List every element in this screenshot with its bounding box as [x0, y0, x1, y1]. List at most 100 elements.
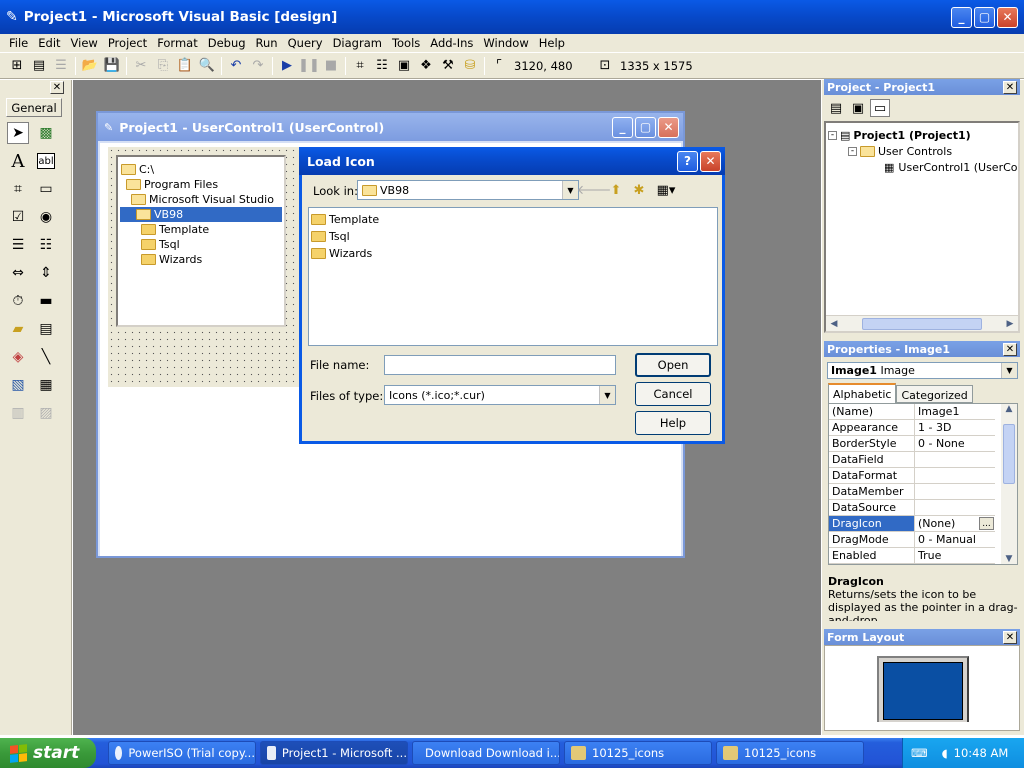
- taskbar-item[interactable]: PowerISO (Trial copy...: [108, 741, 256, 765]
- cut-icon[interactable]: ✂: [130, 55, 152, 77]
- vscrollbar-icon[interactable]: ⇕: [35, 262, 57, 284]
- project-tree[interactable]: - ▤ Project1 (Project1) - User Controls ▦ Us…: [824, 121, 1020, 333]
- shape-icon[interactable]: ◈: [7, 346, 29, 368]
- label-icon[interactable]: A: [7, 150, 29, 172]
- menu-window[interactable]: Window: [478, 36, 533, 50]
- dialog-help-button[interactable]: ?: [677, 150, 698, 172]
- add-form-icon[interactable]: ▤: [28, 55, 50, 77]
- scroll-up-icon[interactable]: ▲: [1006, 404, 1013, 414]
- property-row[interactable]: DragMode 0 - Manual: [829, 532, 995, 548]
- cancel-button[interactable]: Cancel: [635, 382, 711, 406]
- taskbar-item-active[interactable]: Project1 - Microsoft ...: [260, 741, 408, 765]
- tab-categorized[interactable]: Categorized: [896, 385, 973, 403]
- disabled-tool-icon[interactable]: ▨: [35, 402, 57, 424]
- ole-icon[interactable]: ▥: [7, 402, 29, 424]
- view-menu-icon[interactable]: ▦▾: [652, 179, 680, 201]
- menu-add-ins[interactable]: Add-Ins: [425, 36, 478, 50]
- toolbox-icon[interactable]: ⚒: [437, 55, 459, 77]
- dirlistbox-icon[interactable]: ▰: [7, 318, 29, 340]
- chevron-down-icon[interactable]: ▼: [599, 386, 615, 404]
- vb-app-icon[interactable]: ✎: [6, 9, 18, 25]
- files-of-type-combo[interactable]: Icons (*.ico;*.cur) ▼: [384, 385, 616, 405]
- menu-edit[interactable]: Edit: [33, 36, 65, 50]
- up-folder-icon[interactable]: ⬆: [605, 179, 627, 201]
- usercontrol-close-button[interactable]: ✕: [658, 116, 679, 138]
- view-code-icon[interactable]: ▤: [826, 99, 846, 117]
- frame-icon[interactable]: ⌗: [7, 178, 29, 200]
- usercontrol-maximize-button[interactable]: ▢: [635, 116, 656, 138]
- open-folder-icon[interactable]: 📂: [79, 55, 101, 77]
- scroll-left-icon[interactable]: ◀: [826, 319, 842, 329]
- view-object-icon[interactable]: ▣: [848, 99, 868, 117]
- image-icon[interactable]: ▧: [7, 374, 29, 396]
- textbox-icon[interactable]: abl: [37, 153, 55, 169]
- property-row[interactable]: (Name) Image1: [829, 404, 995, 420]
- menu-editor-icon[interactable]: ☰: [50, 55, 72, 77]
- property-row[interactable]: Enabled True: [829, 548, 995, 564]
- commandbutton-icon[interactable]: ▭: [35, 178, 57, 200]
- timer-icon[interactable]: ⏱: [7, 290, 29, 312]
- speaker-icon[interactable]: ◖: [942, 746, 948, 760]
- checkbox-icon[interactable]: ☑: [7, 206, 29, 228]
- redo-icon[interactable]: ↷: [247, 55, 269, 77]
- drivelistbox-icon[interactable]: ▬: [35, 290, 57, 312]
- chevron-down-icon[interactable]: ▼: [1001, 363, 1017, 378]
- screen-preview[interactable]: [883, 662, 963, 720]
- properties-window-icon[interactable]: ☷: [371, 55, 393, 77]
- filelistbox-icon[interactable]: ▤: [35, 318, 57, 340]
- scroll-thumb[interactable]: [862, 317, 982, 330]
- menu-run[interactable]: Run: [251, 36, 283, 50]
- usercontrol-minimize-button[interactable]: _: [612, 116, 633, 138]
- property-row[interactable]: DataFormat: [829, 468, 995, 484]
- menu-format[interactable]: Format: [152, 36, 203, 50]
- scroll-right-icon[interactable]: ▶: [1002, 319, 1018, 329]
- taskbar-item[interactable]: Download Download i...: [412, 741, 560, 765]
- menu-project[interactable]: Project: [103, 36, 152, 50]
- properties-close-icon[interactable]: ✕: [1003, 342, 1017, 356]
- pointer-icon[interactable]: ➤: [7, 122, 29, 144]
- menu-debug[interactable]: Debug: [203, 36, 251, 50]
- ellipsis-button[interactable]: ...: [979, 517, 994, 530]
- object-browser-icon[interactable]: ❖: [415, 55, 437, 77]
- start-icon[interactable]: ▶: [276, 55, 298, 77]
- taskbar-item[interactable]: 10125_icons: [716, 741, 864, 765]
- combobox-icon[interactable]: ☰: [7, 234, 29, 256]
- clock[interactable]: 10:48 AM: [954, 746, 1009, 760]
- scroll-down-icon[interactable]: ▼: [1006, 554, 1013, 564]
- property-row[interactable]: Appearance 1 - 3D: [829, 420, 995, 436]
- end-icon[interactable]: ■: [320, 55, 342, 77]
- project-explorer-icon[interactable]: ⌗: [349, 55, 371, 77]
- toolbox-close-icon[interactable]: ✕: [50, 81, 64, 94]
- file-list[interactable]: Template Tsql Wizards: [308, 207, 718, 346]
- optionbutton-icon[interactable]: ◉: [35, 206, 57, 228]
- break-icon[interactable]: ❚❚: [298, 55, 320, 77]
- undo-icon[interactable]: ↶: [225, 55, 247, 77]
- form-layout-icon[interactable]: ▣: [393, 55, 415, 77]
- property-row[interactable]: DataField: [829, 452, 995, 468]
- close-button[interactable]: ✕: [997, 6, 1018, 28]
- object-combo[interactable]: Image1 Image ▼: [827, 362, 1018, 379]
- copy-icon[interactable]: ⎘: [152, 55, 174, 77]
- collapse-icon[interactable]: -: [828, 130, 837, 140]
- open-button[interactable]: Open: [635, 353, 711, 377]
- form-layout-canvas[interactable]: [824, 645, 1020, 731]
- add-project-icon[interactable]: ⊞: [6, 55, 28, 77]
- property-vscrollbar[interactable]: ▲ ▼: [1001, 404, 1017, 564]
- new-folder-icon[interactable]: ✱: [628, 179, 650, 201]
- paste-icon[interactable]: 📋: [174, 55, 196, 77]
- file-name-input[interactable]: [384, 355, 616, 375]
- data-view-icon[interactable]: ⛁: [459, 55, 481, 77]
- help-button[interactable]: Help: [635, 411, 711, 435]
- project-hscrollbar[interactable]: ◀ ▶: [826, 315, 1018, 331]
- back-arrow-icon[interactable]: 🡐: [577, 179, 612, 201]
- start-button[interactable]: start: [0, 738, 96, 768]
- save-icon[interactable]: 💾: [101, 55, 123, 77]
- toggle-folders-icon[interactable]: ▭: [870, 99, 890, 117]
- menu-tools[interactable]: Tools: [387, 36, 425, 50]
- property-grid[interactable]: (Name) Image1 Appearance 1 - 3D BorderStyl…: [828, 403, 1018, 565]
- form-layout-close-icon[interactable]: ✕: [1003, 630, 1017, 644]
- minimize-button[interactable]: _: [951, 6, 972, 28]
- menu-query[interactable]: Query: [283, 36, 328, 50]
- dir-list-box[interactable]: C:\ Program Files Microsoft Visual Studi…: [116, 155, 286, 327]
- toolbox-general-tab[interactable]: General: [6, 98, 62, 117]
